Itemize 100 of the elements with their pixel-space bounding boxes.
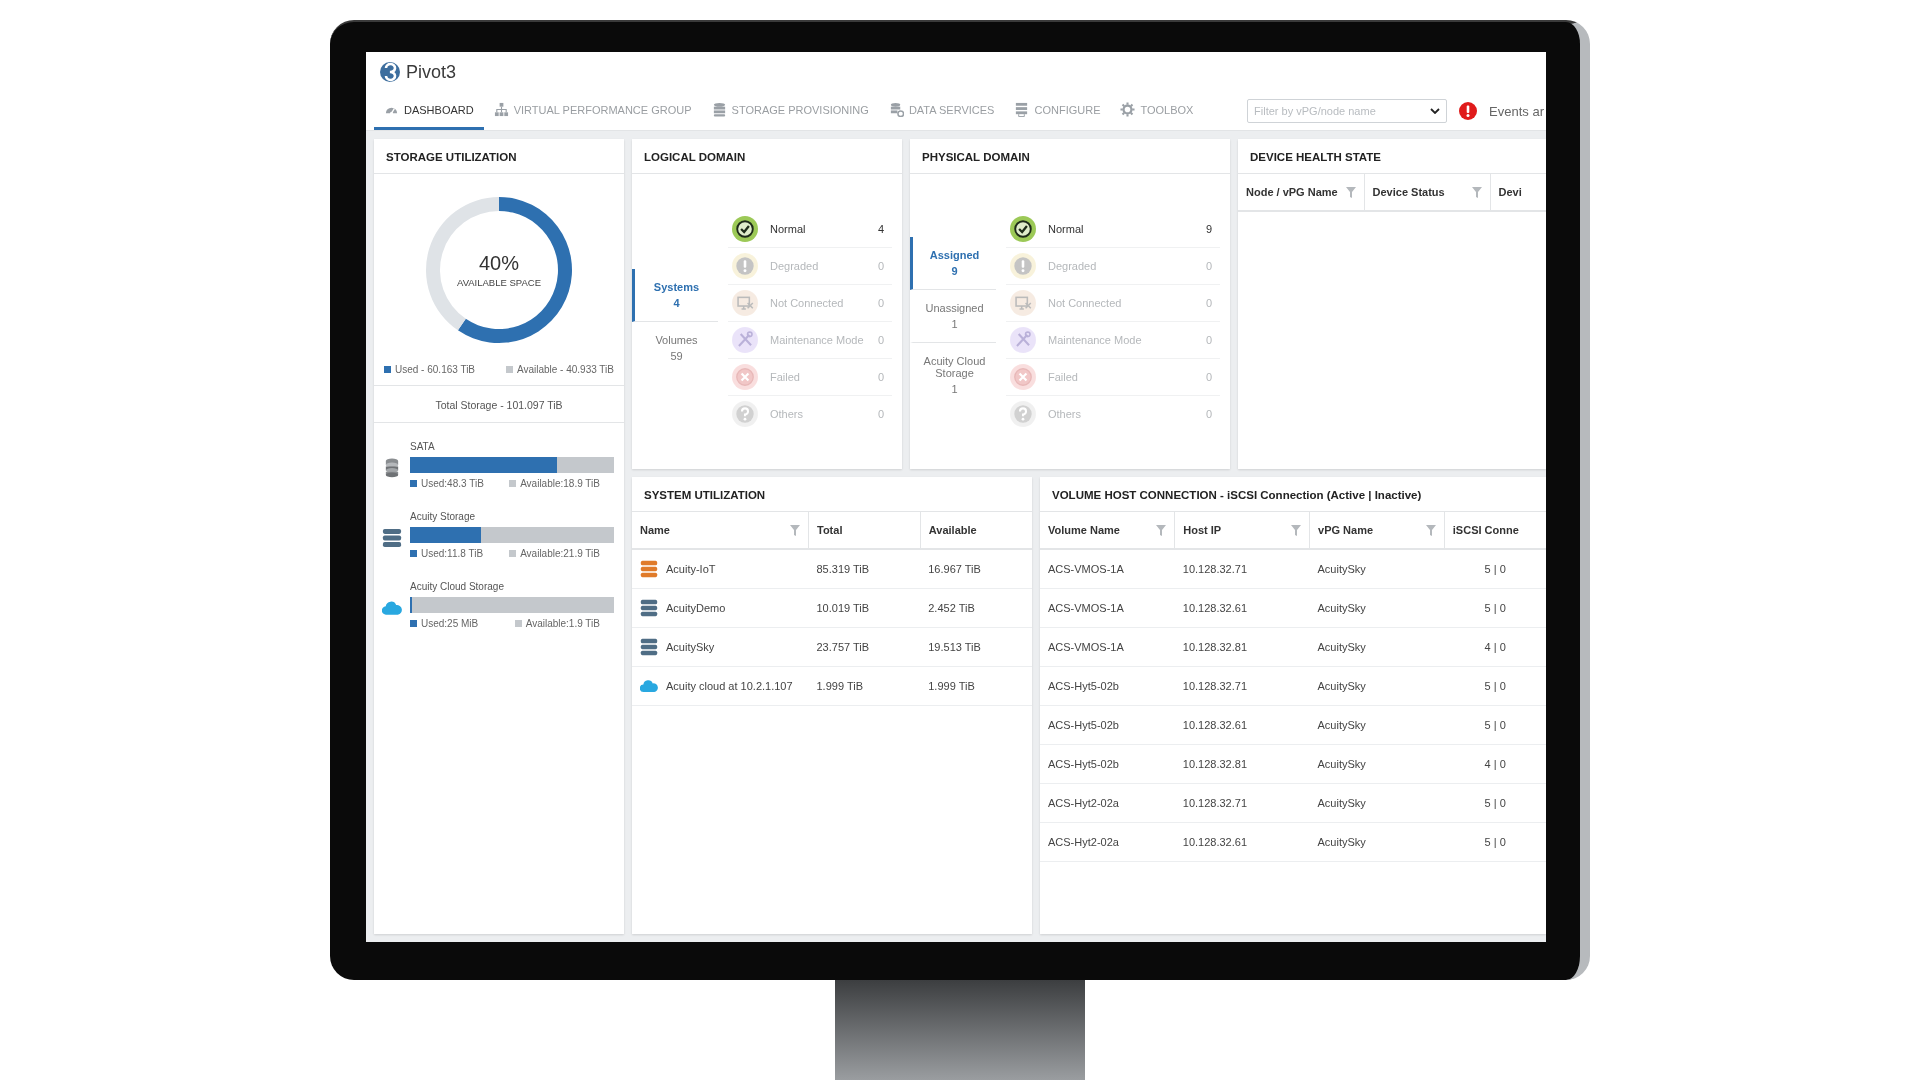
status-count: 0 — [1205, 408, 1213, 420]
brand-name: Pivot3 — [406, 61, 457, 83]
table-cell: 10.128.32.61 — [1174, 822, 1310, 862]
legend-label: Used:48.3 TiB — [421, 478, 484, 489]
panel-title: PHYSICAL DOMAIN — [910, 139, 1230, 174]
x-circle-icon — [732, 364, 758, 390]
filter-icon[interactable] — [1345, 186, 1356, 198]
legend-swatch-icon — [509, 550, 517, 557]
nav-tab[interactable]: STORAGE PROVISIONING — [701, 92, 879, 130]
tools-icon — [732, 327, 758, 353]
tools-icon — [1010, 327, 1036, 353]
pool-name: Acuity Cloud Storage — [410, 581, 505, 592]
legend-label: Available:21.9 TiB — [520, 548, 600, 559]
table-cell: AcuitySky — [1309, 705, 1445, 745]
table-cell: ACS-Hyt5-02b — [1040, 705, 1175, 745]
chevron-down-icon — [1430, 108, 1441, 114]
domain-tab[interactable]: Unassigned 1 — [910, 289, 996, 343]
table-cell: 4 | 0 — [1444, 627, 1546, 667]
alert-icon[interactable] — [1459, 102, 1478, 120]
table-cell: 10.128.32.61 — [1174, 705, 1310, 745]
system-name: AcuitySky — [666, 641, 715, 653]
pool-name: SATA — [410, 441, 436, 452]
table-cell: 10.128.32.81 — [1174, 627, 1310, 667]
percent-value: 40% — [479, 252, 519, 275]
status-count: 9 — [1205, 223, 1213, 235]
system-name: Acuity-IoT — [666, 563, 716, 575]
filter-icon[interactable] — [1156, 524, 1167, 536]
table-cell: ACS-Hyt5-02b — [1040, 744, 1175, 784]
server-stack-icon — [382, 528, 402, 548]
filter-dropdown[interactable]: Filter by vPG/node name — [1247, 99, 1448, 123]
database-icon — [711, 102, 727, 117]
system-name: AcuityDemo — [666, 602, 726, 614]
column-header: Node / vPG Name — [1246, 186, 1338, 198]
logo-icon — [380, 62, 400, 82]
table-cell: AcuitySky — [1309, 744, 1445, 784]
check-circle-icon — [1010, 216, 1036, 242]
pool-name: Acuity Storage — [410, 511, 477, 522]
filter-icon[interactable] — [790, 524, 800, 536]
legend-label: Available - 40.933 TiB — [516, 364, 614, 375]
filter-icon[interactable] — [1471, 186, 1482, 198]
status-label: Maintenance Mode — [1048, 334, 1143, 346]
status-count: 0 — [877, 297, 885, 309]
status-label: Others — [1048, 408, 1082, 420]
monitor-x-icon — [732, 290, 758, 316]
status-label: Normal — [770, 223, 807, 235]
legend-swatch-icon — [410, 620, 417, 627]
table-cell: 5 | 0 — [1444, 549, 1546, 589]
status-count: 0 — [1205, 334, 1213, 346]
table-cell: 10.128.32.81 — [1174, 744, 1310, 784]
nav-tab[interactable]: DATA SERVICES — [878, 92, 1005, 130]
status-count: 0 — [1205, 371, 1213, 383]
nav-tab[interactable]: CONFIGURE — [1004, 92, 1111, 130]
status-count: 0 — [877, 260, 885, 272]
domain-tab[interactable]: Acuity Cloud Storage 1 — [910, 342, 996, 407]
panel-title: LOGICAL DOMAIN — [632, 139, 902, 174]
table-cell: 5 | 0 — [1444, 783, 1546, 823]
legend-swatch-icon — [514, 620, 522, 627]
status-label: Degraded — [770, 260, 820, 272]
table-cell: 10.128.32.61 — [1174, 588, 1310, 628]
server-list-icon — [1014, 102, 1030, 117]
filter-icon[interactable] — [1291, 524, 1302, 536]
status-label: Not Connected — [1048, 297, 1123, 309]
table-cell: 10.128.32.71 — [1174, 549, 1310, 589]
column-header: Name — [640, 524, 670, 536]
table-cell: ACS-Hyt5-02b — [1040, 666, 1175, 706]
status-label: Not Connected — [770, 297, 845, 309]
domain-tab[interactable]: Assigned 9 — [910, 236, 996, 290]
panel-title: SYSTEM UTILIZATION — [632, 477, 1032, 512]
question-circle-icon — [732, 401, 758, 427]
legend-label: Used:25 MiB — [421, 618, 479, 629]
table-cell: 19.513 TiB — [920, 627, 1032, 667]
table-cell: AcuitySky — [1309, 627, 1445, 667]
x-circle-icon — [1010, 364, 1036, 390]
table-cell: 2.452 TiB — [920, 588, 1032, 628]
question-circle-icon — [1010, 401, 1036, 427]
events-link[interactable]: Events ar — [1489, 103, 1546, 119]
nav-tab[interactable]: TOOLBOX — [1110, 92, 1204, 130]
exclamation-circle-icon — [732, 253, 758, 279]
column-header: Device Status — [1372, 186, 1445, 198]
ring-caption: AVAILABLE SPACE — [457, 277, 541, 288]
legend-swatch-icon — [509, 480, 517, 487]
system-name: Acuity cloud at 10.2.1.107 — [666, 680, 793, 692]
panel-title: DEVICE HEALTH STATE — [1238, 139, 1546, 174]
nav-tab[interactable]: VIRTUAL PERFORMANCE GROUP — [483, 92, 702, 130]
status-count: 0 — [877, 408, 885, 420]
table-cell: 10.128.32.71 — [1174, 783, 1310, 823]
table-cell: 10.128.32.71 — [1174, 666, 1310, 706]
gear-icon — [1120, 102, 1136, 117]
domain-tab[interactable]: Volumes 59 — [632, 322, 718, 374]
legend-swatch-icon — [410, 550, 417, 557]
status-label: Degraded — [1048, 260, 1098, 272]
exclamation-circle-icon — [1010, 253, 1036, 279]
status-count: 0 — [877, 334, 885, 346]
table-cell: 4 | 0 — [1444, 744, 1546, 784]
table-cell: AcuitySky — [1309, 822, 1445, 862]
filter-icon[interactable] — [1425, 524, 1436, 536]
column-header: Devi — [1498, 186, 1522, 198]
hierarchy-icon — [493, 102, 509, 117]
domain-tab[interactable]: Systems 4 — [632, 269, 718, 322]
column-header: Host IP — [1183, 524, 1222, 536]
